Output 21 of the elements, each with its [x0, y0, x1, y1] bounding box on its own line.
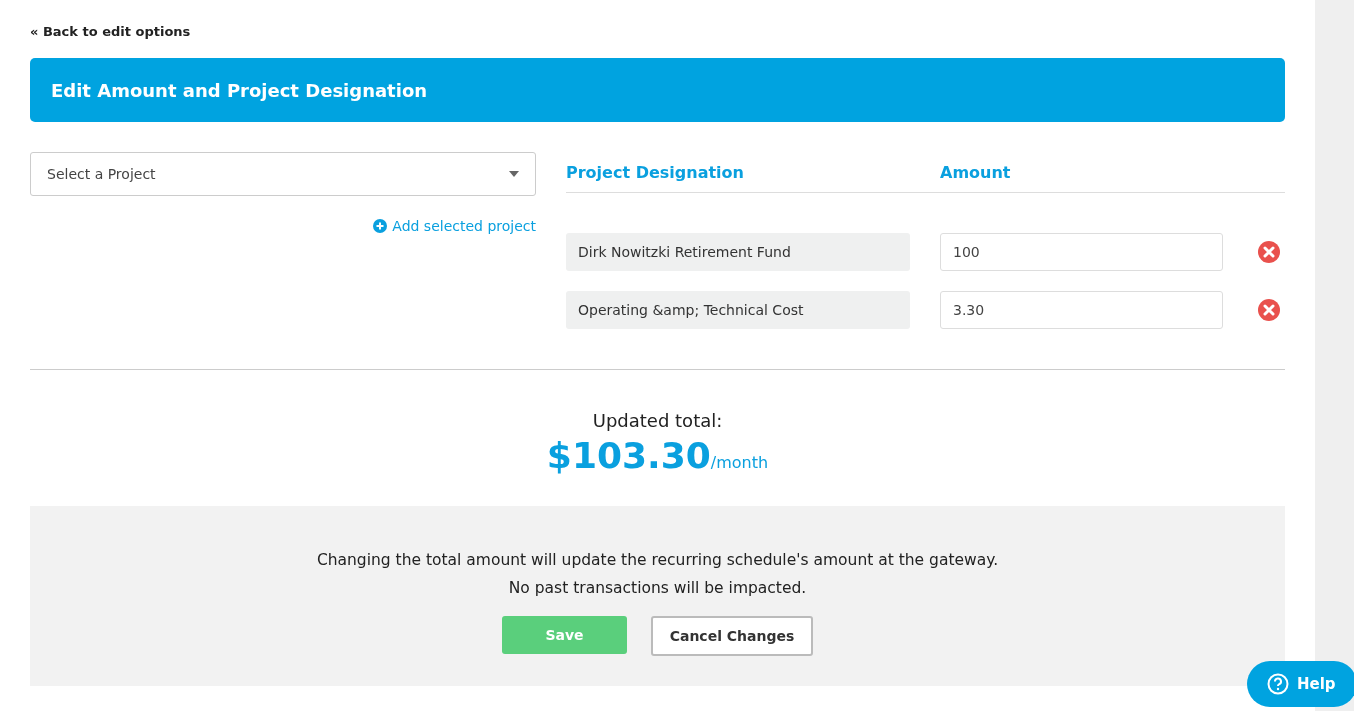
total-amount: $103.30: [546, 435, 711, 476]
amount-field[interactable]: 100: [940, 233, 1223, 271]
project-name-field: Dirk Nowitzki Retirement Fund: [566, 233, 910, 271]
project-select[interactable]: Select a Project: [30, 152, 536, 196]
amount-field[interactable]: 3.30: [940, 291, 1223, 329]
column-header: Amount: [940, 162, 1011, 182]
remove-icon[interactable]: [1258, 299, 1280, 321]
cancel-button[interactable]: Cancel Changes: [651, 616, 813, 656]
remove-icon[interactable]: [1258, 241, 1280, 263]
column-header: Project Designation: [566, 162, 745, 182]
help-icon: [1267, 673, 1289, 695]
back-link[interactable]: « Back to edit options: [30, 24, 191, 39]
notice-text: Changing the total amount will update the recurring schedule's amount at the gateway.: [316, 550, 999, 571]
total-period: /month: [710, 453, 769, 472]
caret-icon: [509, 171, 519, 177]
plus-circle-icon: [373, 219, 388, 233]
project-name-field: Operating &amp; Technical Cost: [566, 291, 910, 329]
header-title: Edit Amount and Project Designation: [51, 79, 428, 101]
select-placeholder: Select a Project: [47, 166, 156, 182]
total-label: Updated total:: [592, 410, 723, 431]
notice-text: No past transactions will be impacted.: [508, 578, 807, 599]
